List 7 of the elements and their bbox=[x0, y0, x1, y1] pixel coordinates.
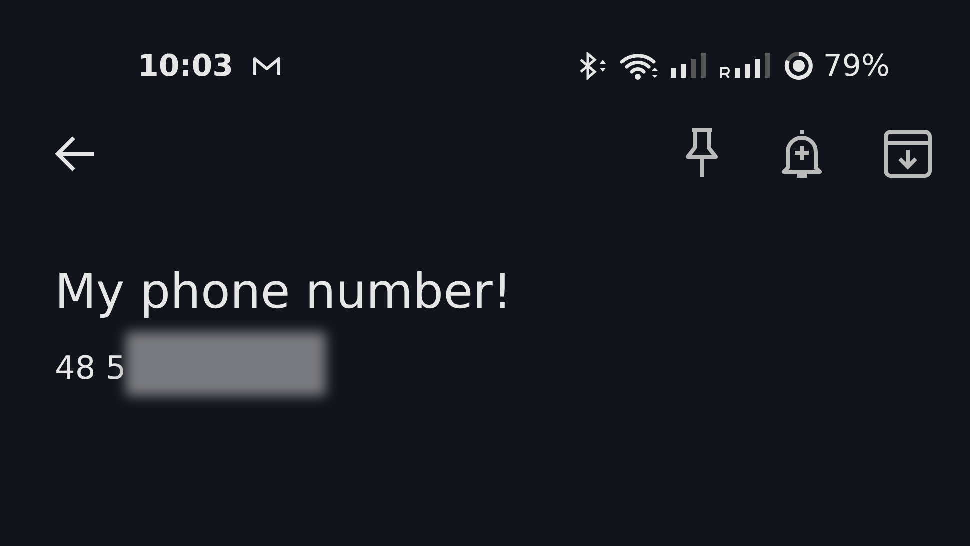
note-body: 48 5 bbox=[55, 349, 126, 387]
note-title: My phone number! bbox=[55, 264, 514, 320]
battery-icon bbox=[783, 50, 816, 82]
archive-button[interactable] bbox=[882, 128, 934, 180]
clock: 10:03 bbox=[138, 48, 234, 84]
battery-percent: 79% bbox=[823, 48, 890, 84]
mail-icon bbox=[252, 55, 282, 77]
